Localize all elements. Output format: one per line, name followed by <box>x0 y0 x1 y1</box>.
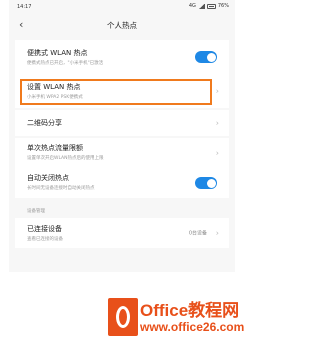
auto-off-label: 自动关闭热点 <box>27 174 69 182</box>
portable-hotspot-row[interactable]: 便携式 WLAN 热点 便携式热点已开启，"小米手机"已激活 <box>15 40 229 74</box>
data-limit-sub: 设置单次开启WLAN热点后的使用上限 <box>27 156 104 161</box>
watermark-logo: Office教程网 www.office26.com <box>108 294 258 344</box>
portable-hotspot-sub: 便携式热点已开启，"小米手机"已激活 <box>27 61 104 66</box>
signal-icon <box>197 3 205 9</box>
highlight-box <box>20 79 212 105</box>
devices-card: 已连接设备 查看已连接的设备 0台设备 › <box>15 218 229 248</box>
office-logo-icon <box>108 298 138 336</box>
status-icons: 4G 76% <box>189 3 229 9</box>
watermark-url: www.office26.com <box>140 320 245 334</box>
chevron-right-icon: › <box>215 148 219 158</box>
battery-percent: 76% <box>217 3 229 9</box>
portable-hotspot-toggle[interactable] <box>195 51 217 63</box>
battery-icon <box>206 3 216 9</box>
chevron-right-icon: › <box>215 228 219 238</box>
data-limit-row[interactable]: 单次热点流量限额 设置单次开启WLAN热点后的使用上限 › <box>15 138 229 168</box>
chevron-right-icon: › <box>215 118 219 128</box>
data-limit-label: 单次热点流量限额 <box>27 144 83 152</box>
watermark-brand: Office教程网 <box>140 301 240 320</box>
connected-devices-count: 0台设备 <box>188 230 207 237</box>
auto-off-row[interactable]: 自动关闭热点 长时间无设备连接时自动关闭热点 <box>15 168 229 198</box>
status-bar: 14:17 4G 76% <box>9 0 235 14</box>
connected-devices-row[interactable]: 已连接设备 查看已连接的设备 0台设备 › <box>15 218 229 248</box>
qr-share-label: 二维码分享 <box>27 119 62 127</box>
phone-screen: 14:17 4G 76% ‹ 个人热点 便携式 WLAN 热点 便携式热点已开启… <box>9 0 235 272</box>
qr-share-row[interactable]: 二维码分享 › <box>15 110 229 136</box>
auto-off-toggle[interactable] <box>195 177 217 189</box>
connected-devices-sub: 查看已连接的设备 <box>27 237 63 242</box>
title-bar: ‹ 个人热点 <box>9 14 235 36</box>
portable-hotspot-label: 便携式 WLAN 热点 <box>27 49 88 57</box>
qr-card: 二维码分享 › <box>15 110 229 136</box>
settings-card: 单次热点流量限额 设置单次开启WLAN热点后的使用上限 › 自动关闭热点 长时间… <box>15 138 229 198</box>
chevron-right-icon: › <box>215 86 219 96</box>
network-type: 4G <box>188 3 196 9</box>
status-time: 14:17 <box>17 4 32 10</box>
page-title: 个人热点 <box>107 21 137 30</box>
section-label-device-management: 设备管理 <box>27 209 45 214</box>
auto-off-sub: 长时间无设备连接时自动关闭热点 <box>27 186 95 191</box>
